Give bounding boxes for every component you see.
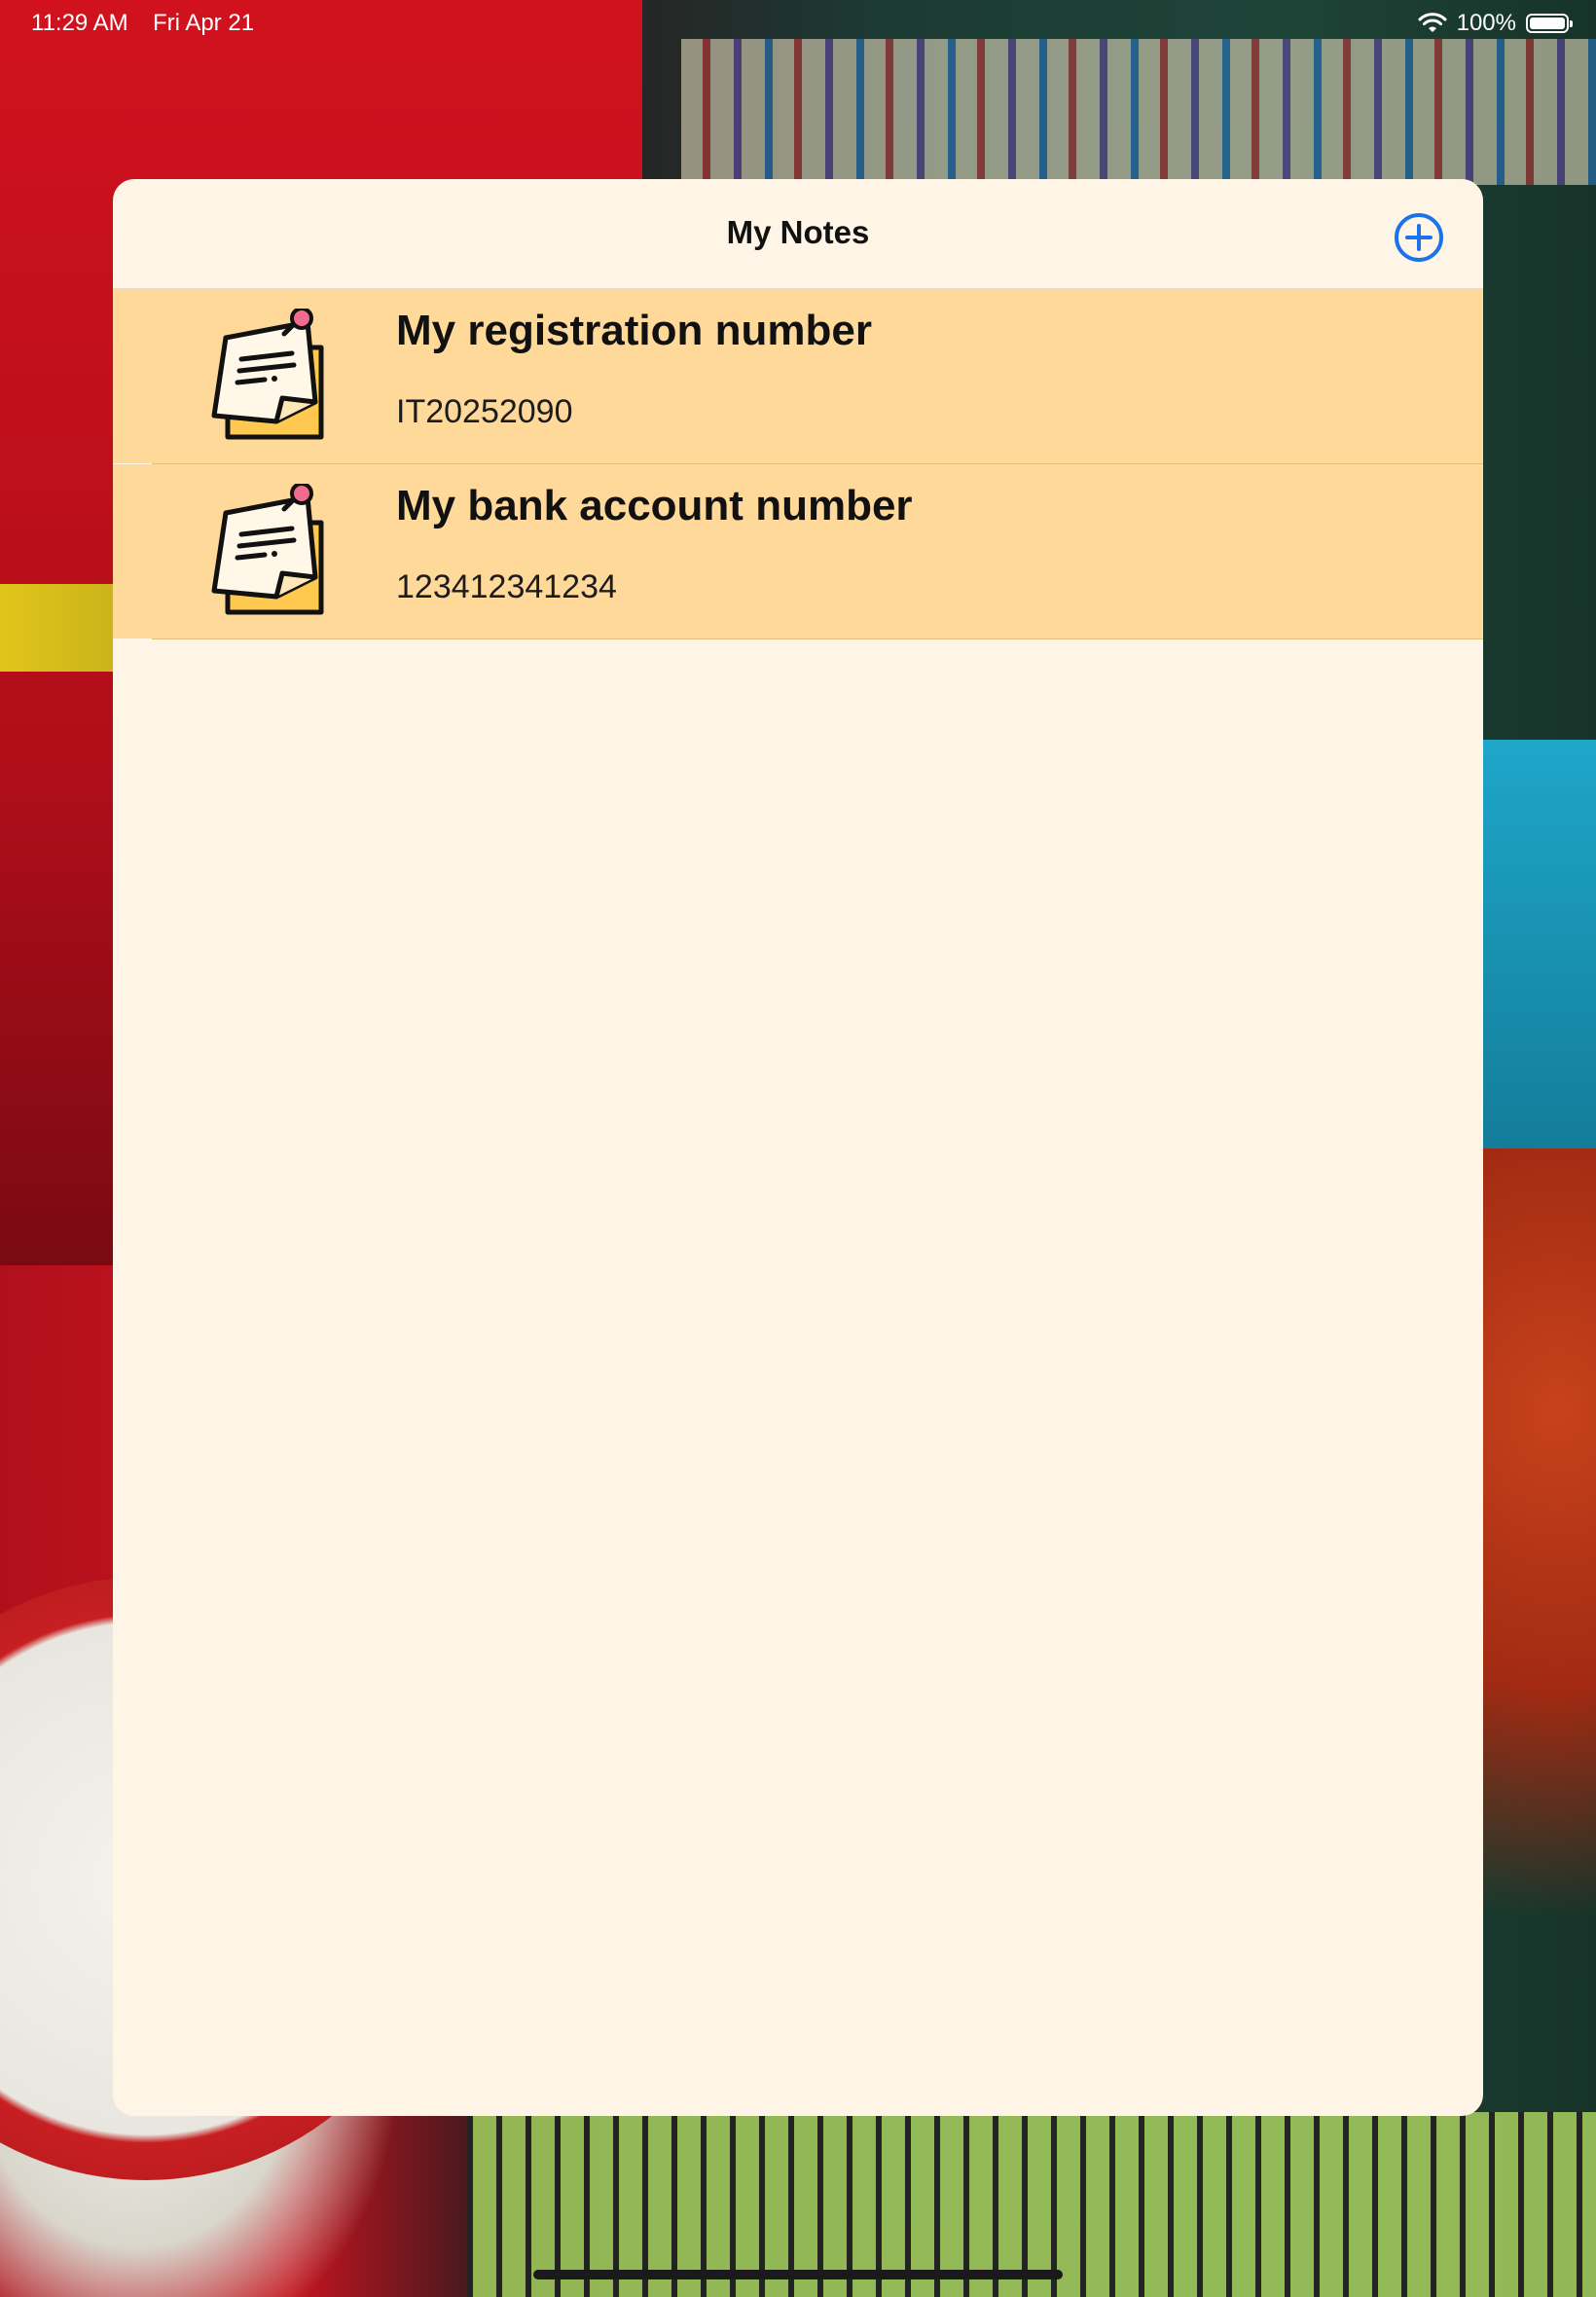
add-note-button[interactable] bbox=[1394, 212, 1444, 263]
note-row[interactable]: My registration number IT20252090 bbox=[113, 289, 1483, 464]
note-title: My bank account number bbox=[396, 482, 913, 529]
page-title: My Notes bbox=[726, 214, 870, 250]
note-body: 123412341234 bbox=[396, 568, 617, 605]
notes-sheet: My Notes My registration number IT202520… bbox=[113, 179, 1483, 2116]
status-bar: 11:29 AM Fri Apr 21 100% bbox=[0, 0, 1596, 47]
note-row[interactable]: My bank account number 123412341234 bbox=[113, 464, 1483, 639]
wifi-icon bbox=[1418, 13, 1447, 32]
sticky-note-icon bbox=[211, 309, 324, 440]
home-indicator[interactable] bbox=[533, 2270, 1063, 2279]
background-photo-pencils bbox=[681, 39, 1596, 185]
background-photo-strip bbox=[0, 584, 127, 672]
background-photo-cup bbox=[1479, 740, 1596, 1148]
status-right: 100% bbox=[1418, 10, 1573, 37]
status-time: 11:29 AM bbox=[31, 10, 128, 36]
battery-icon bbox=[1526, 14, 1573, 33]
note-list: My registration number IT20252090 My ban… bbox=[113, 289, 1483, 639]
note-title: My registration number bbox=[396, 307, 872, 354]
screen: 11:29 AM Fri Apr 21 100% My Notes My reg… bbox=[0, 0, 1596, 2297]
plus-circle-icon bbox=[1395, 213, 1443, 262]
note-body: IT20252090 bbox=[396, 393, 573, 430]
status-date: Fri Apr 21 bbox=[153, 10, 255, 36]
navigation-bar: My Notes bbox=[113, 179, 1483, 289]
battery-percent: 100% bbox=[1456, 10, 1516, 36]
sticky-note-icon bbox=[211, 484, 324, 615]
